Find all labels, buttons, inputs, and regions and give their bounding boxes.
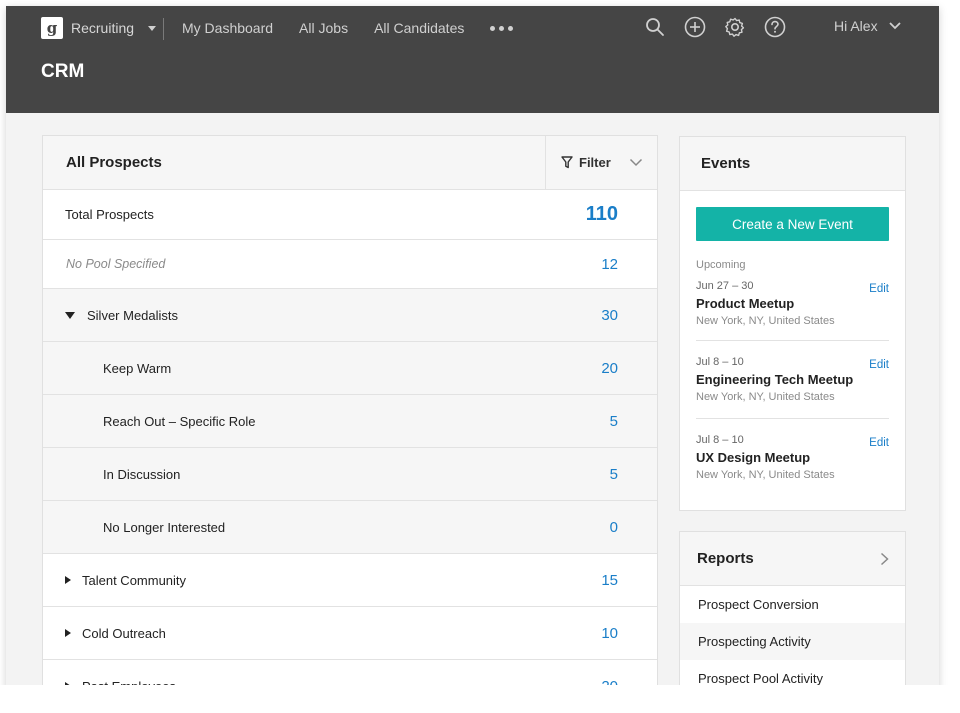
gear-icon[interactable] [724,16,746,38]
collapsed-triangle-icon[interactable] [65,576,71,584]
edit-event-link[interactable]: Edit [869,283,889,295]
upcoming-label: Upcoming [696,259,746,271]
logo-icon: g [41,17,63,39]
app-switcher[interactable]: g Recruiting [41,16,157,40]
caret-down-icon [148,25,157,31]
event-date: Jun 27 – 30 [696,280,754,292]
edit-event-link[interactable]: Edit [869,437,889,449]
nav-divider [163,18,164,40]
row-count[interactable]: 12 [517,256,657,273]
total-prospects-row[interactable]: Total Prospects 110 [43,190,657,240]
subpool-row-in-discussion[interactable]: In Discussion 5 [43,448,657,501]
events-title: Events [680,137,905,191]
filter-button[interactable]: Filter [545,136,657,189]
nav-icons [644,16,786,38]
expanded-triangle-icon[interactable] [65,311,75,319]
nav-link-my-dashboard[interactable]: My Dashboard [182,20,273,36]
subpool-row-no-longer-interested[interactable]: No Longer Interested 0 [43,501,657,554]
user-greeting: Hi Alex [834,18,878,34]
chevron-right-icon [880,552,889,565]
event-location: New York, NY, United States [696,315,835,327]
report-link-prospecting-activity[interactable]: Prospecting Activity [680,623,905,660]
event-name[interactable]: Engineering Tech Meetup [696,372,853,387]
nav-links: My Dashboard All Jobs All Candidates [182,18,514,38]
report-link-prospect-conversion[interactable]: Prospect Conversion [680,586,905,623]
row-label: Silver Medalists [87,307,179,323]
nav-link-all-jobs[interactable]: All Jobs [299,20,348,36]
row-count[interactable]: 15 [517,572,657,589]
event-item: Jul 8 – 10 Edit Engineering Tech Meetup … [696,341,889,419]
row-label: Cold Outreach [82,625,166,641]
prospects-title: All Prospects [66,154,162,171]
event-location: New York, NY, United States [696,391,835,403]
add-icon[interactable] [684,16,706,38]
pool-row-talent-community[interactable]: Talent Community 15 [43,554,657,607]
row-label: Talent Community [82,572,187,588]
create-event-button[interactable]: Create a New Event [696,207,889,241]
row-count[interactable]: 5 [517,413,657,430]
row-label: No Longer Interested [103,519,226,535]
pool-row-silver-medalists[interactable]: Silver Medalists 30 [43,289,657,342]
reports-header[interactable]: Reports [680,532,905,586]
subpool-row-keep-warm[interactable]: Keep Warm 20 [43,342,657,395]
help-icon[interactable] [764,16,786,38]
app-window: g Recruiting My Dashboard All Jobs All C… [6,6,939,691]
chevron-down-icon [629,158,643,167]
row-count[interactable]: 110 [517,203,657,226]
chevron-down-icon [888,22,901,30]
row-label: In Discussion [103,466,181,482]
events-panel: Events Create a New Event Upcoming Jun 2… [679,136,906,511]
event-name[interactable]: Product Meetup [696,296,794,311]
filter-icon [561,156,573,169]
reports-panel: Reports Prospect Conversion Prospecting … [679,531,906,691]
nav-link-all-candidates[interactable]: All Candidates [374,20,464,36]
row-label: No Pool Specified [66,257,166,271]
top-navigation: g Recruiting My Dashboard All Jobs All C… [6,6,939,113]
reports-title: Reports [697,550,754,567]
page-title: CRM [41,61,85,82]
app-name: Recruiting [71,20,135,36]
page-bottom [0,685,960,713]
prospects-header: All Prospects Filter [43,136,657,190]
event-date: Jul 8 – 10 [696,434,744,446]
event-date: Jul 8 – 10 [696,356,744,368]
row-label: Reach Out – Specific Role [103,413,256,429]
event-location: New York, NY, United States [696,469,835,481]
user-menu[interactable]: Hi Alex [834,18,902,34]
row-count[interactable]: 30 [517,307,657,324]
edit-event-link[interactable]: Edit [869,359,889,371]
row-count[interactable]: 10 [517,625,657,642]
event-item: Jul 8 – 10 Edit UX Design Meetup New Yor… [696,419,889,497]
row-count[interactable]: 0 [517,519,657,536]
event-name[interactable]: UX Design Meetup [696,450,810,465]
pool-row-cold-outreach[interactable]: Cold Outreach 10 [43,607,657,660]
row-label: Total Prospects [65,207,154,222]
no-pool-row[interactable]: No Pool Specified 12 [43,240,657,289]
row-count[interactable]: 5 [517,466,657,483]
prospects-panel: All Prospects Filter Total Prospects 110… [42,135,658,691]
event-item: Jun 27 – 30 Edit Product Meetup New York… [696,273,889,341]
filter-label: Filter [579,155,611,170]
row-count[interactable]: 20 [517,360,657,377]
subpool-row-reach-out[interactable]: Reach Out – Specific Role 5 [43,395,657,448]
more-icon[interactable] [490,25,514,31]
row-label: Keep Warm [103,360,172,376]
collapsed-triangle-icon[interactable] [65,629,71,637]
search-icon[interactable] [644,16,666,38]
